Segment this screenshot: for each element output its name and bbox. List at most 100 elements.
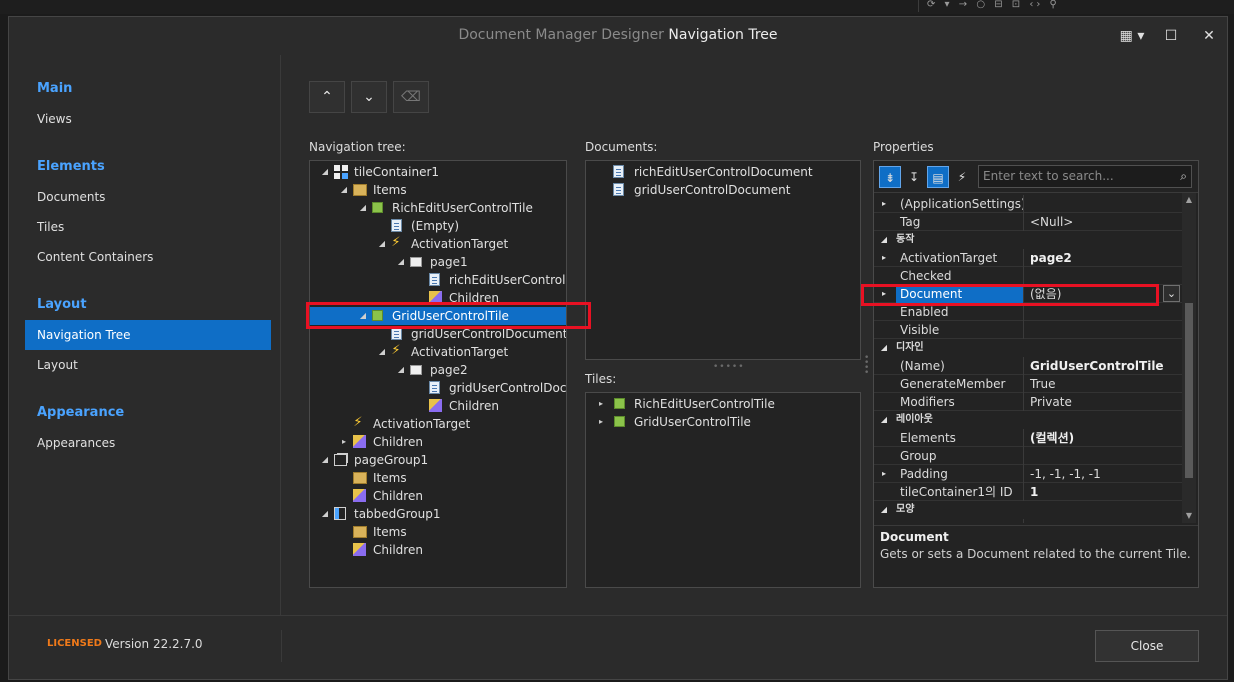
sidebar-item-appearances[interactable]: Appearances: [25, 428, 271, 458]
property-category[interactable]: 디자인: [896, 339, 924, 357]
tree-node[interactable]: Children: [310, 397, 566, 415]
property-row[interactable]: Checked: [874, 267, 1182, 285]
property-value[interactable]: [1026, 519, 1180, 523]
events-icon[interactable]: ⚡: [951, 166, 973, 188]
property-value[interactable]: -1, -1, -1, -1: [1026, 465, 1180, 483]
tree-node[interactable]: ◢ RichEditUserControlTile: [310, 199, 566, 217]
property-row[interactable]: Elements (컬렉션): [874, 429, 1182, 447]
property-value[interactable]: <Null>: [1026, 213, 1180, 231]
property-value[interactable]: Private: [1026, 393, 1180, 411]
tree-node[interactable]: (Empty): [310, 217, 566, 235]
scroll-down-icon[interactable]: ▼: [1182, 511, 1196, 520]
property-row[interactable]: Tag <Null>: [874, 213, 1182, 231]
property-value[interactable]: GridUserControlTile: [1026, 357, 1180, 375]
tree-node[interactable]: Children: [310, 541, 566, 559]
move-up-button[interactable]: ⌃: [309, 81, 345, 113]
tree-node[interactable]: ◢ tileContainer1: [310, 163, 566, 181]
tree-node[interactable]: ◢ ⚡ ActivationTarget: [310, 235, 566, 253]
property-expander-icon[interactable]: ▸: [878, 249, 890, 267]
list-item[interactable]: ▸ RichEditUserControlTile: [586, 395, 860, 413]
tree-node[interactable]: ◢ tabbedGroup1: [310, 505, 566, 523]
property-grid-scrollbar[interactable]: ▲ ▼: [1182, 193, 1196, 523]
property-row[interactable]: Group: [874, 447, 1182, 465]
tree-node[interactable]: ◢ Items: [310, 181, 566, 199]
tree-node[interactable]: ◢ pageGroup1: [310, 451, 566, 469]
property-row[interactable]: Modifiers Private: [874, 393, 1182, 411]
property-row[interactable]: (Name) GridUserControlTile: [874, 357, 1182, 375]
property-search-input[interactable]: Enter text to search... ⌕: [978, 165, 1192, 188]
splitter-grip-vertical[interactable]: • • • •: [864, 354, 870, 378]
tree-node[interactable]: Items: [310, 469, 566, 487]
category-expander-icon[interactable]: ◢: [878, 501, 890, 519]
property-category[interactable]: 모양: [896, 501, 914, 519]
tree-expander-icon[interactable]: ◢: [396, 361, 406, 379]
expand-arrow-icon[interactable]: ▸: [596, 395, 606, 413]
property-row[interactable]: GenerateMember True: [874, 375, 1182, 393]
property-row[interactable]: ▸ ActivationTarget page2: [874, 249, 1182, 267]
sidebar-item-content-containers[interactable]: Content Containers: [25, 242, 271, 272]
property-value[interactable]: [1026, 195, 1180, 213]
sidebar-item-views[interactable]: Views: [25, 104, 271, 134]
tree-expander-icon[interactable]: ◢: [339, 181, 349, 199]
tree-node[interactable]: gridUserControlDocument: [310, 379, 566, 397]
scroll-up-icon[interactable]: ▲: [1182, 195, 1196, 204]
tree-node[interactable]: ◢ page2: [310, 361, 566, 379]
category-expander-icon[interactable]: ◢: [878, 231, 890, 249]
close-window-button[interactable]: ✕: [1197, 25, 1221, 47]
property-row[interactable]: ▸ Appearances: [874, 519, 1182, 523]
property-value[interactable]: [1026, 267, 1180, 285]
property-expander-icon[interactable]: ▸: [878, 519, 890, 523]
tree-node[interactable]: ▸ Children: [310, 433, 566, 451]
scrollbar-thumb[interactable]: [1185, 303, 1193, 478]
property-row[interactable]: ▸ (ApplicationSettings): [874, 195, 1182, 213]
property-value[interactable]: page2: [1026, 249, 1180, 267]
categorized-icon[interactable]: ⇟: [879, 166, 901, 188]
expand-arrow-icon[interactable]: ▸: [596, 413, 606, 431]
tree-node[interactable]: ◢ page1: [310, 253, 566, 271]
tree-node[interactable]: Items: [310, 523, 566, 541]
clear-button[interactable]: ⌫: [393, 81, 429, 113]
sidebar-item-navigation-tree[interactable]: Navigation Tree: [25, 320, 271, 350]
category-expander-icon[interactable]: ◢: [878, 411, 890, 429]
alphabetical-icon[interactable]: ↧: [903, 166, 925, 188]
list-item[interactable]: ▸ GridUserControlTile: [586, 413, 860, 431]
splitter-grip[interactable]: •••••: [713, 362, 745, 372]
tree-node[interactable]: richEditUserControlDocument: [310, 271, 566, 289]
list-item[interactable]: gridUserControlDocument: [586, 181, 860, 199]
tree-node[interactable]: Children: [310, 487, 566, 505]
tree-expander-icon[interactable]: ◢: [320, 505, 330, 523]
dropdown-chevron-icon[interactable]: ⌄: [1163, 285, 1180, 302]
property-pages-icon[interactable]: ▤: [927, 166, 949, 188]
sidebar-item-documents[interactable]: Documents: [25, 182, 271, 212]
move-down-button[interactable]: ⌄: [351, 81, 387, 113]
property-expander-icon[interactable]: ▸: [878, 195, 890, 213]
tree-expander-icon[interactable]: ◢: [320, 451, 330, 469]
layout-menu-button[interactable]: ▦ ▾: [1115, 25, 1149, 47]
close-button[interactable]: Close: [1095, 630, 1199, 662]
maximize-button[interactable]: ☐: [1159, 25, 1183, 47]
category-expander-icon[interactable]: ◢: [878, 339, 890, 357]
tree-expander-icon[interactable]: ◢: [377, 343, 387, 361]
tree-expander-icon[interactable]: ◢: [320, 163, 330, 181]
property-category[interactable]: 동작: [896, 231, 914, 249]
sidebar-item-tiles[interactable]: Tiles: [25, 212, 271, 242]
tree-expander-icon[interactable]: ◢: [358, 199, 368, 217]
property-value[interactable]: (컬렉션): [1026, 429, 1180, 447]
property-value[interactable]: True: [1026, 375, 1180, 393]
property-expander-icon[interactable]: ▸: [878, 465, 890, 483]
tree-node[interactable]: ⚡ ActivationTarget: [310, 415, 566, 433]
property-value[interactable]: [1026, 321, 1180, 339]
property-row[interactable]: tileContainer1의 ID 1: [874, 483, 1182, 501]
tree-node[interactable]: ◢ ⚡ ActivationTarget: [310, 343, 566, 361]
search-icon[interactable]: ⌕: [1180, 166, 1187, 187]
tree-expander-icon[interactable]: ◢: [396, 253, 406, 271]
property-value[interactable]: [1026, 447, 1180, 465]
property-value[interactable]: 1: [1026, 483, 1180, 501]
property-row[interactable]: ▸ Padding -1, -1, -1, -1: [874, 465, 1182, 483]
sidebar-item-layout[interactable]: Layout: [25, 350, 271, 380]
list-item[interactable]: richEditUserControlDocument: [586, 163, 860, 181]
tree-expander-icon[interactable]: ◢: [377, 235, 387, 253]
property-row[interactable]: Visible: [874, 321, 1182, 339]
property-category[interactable]: 레이아웃: [896, 411, 933, 429]
tree-expander-icon[interactable]: ▸: [339, 433, 349, 451]
